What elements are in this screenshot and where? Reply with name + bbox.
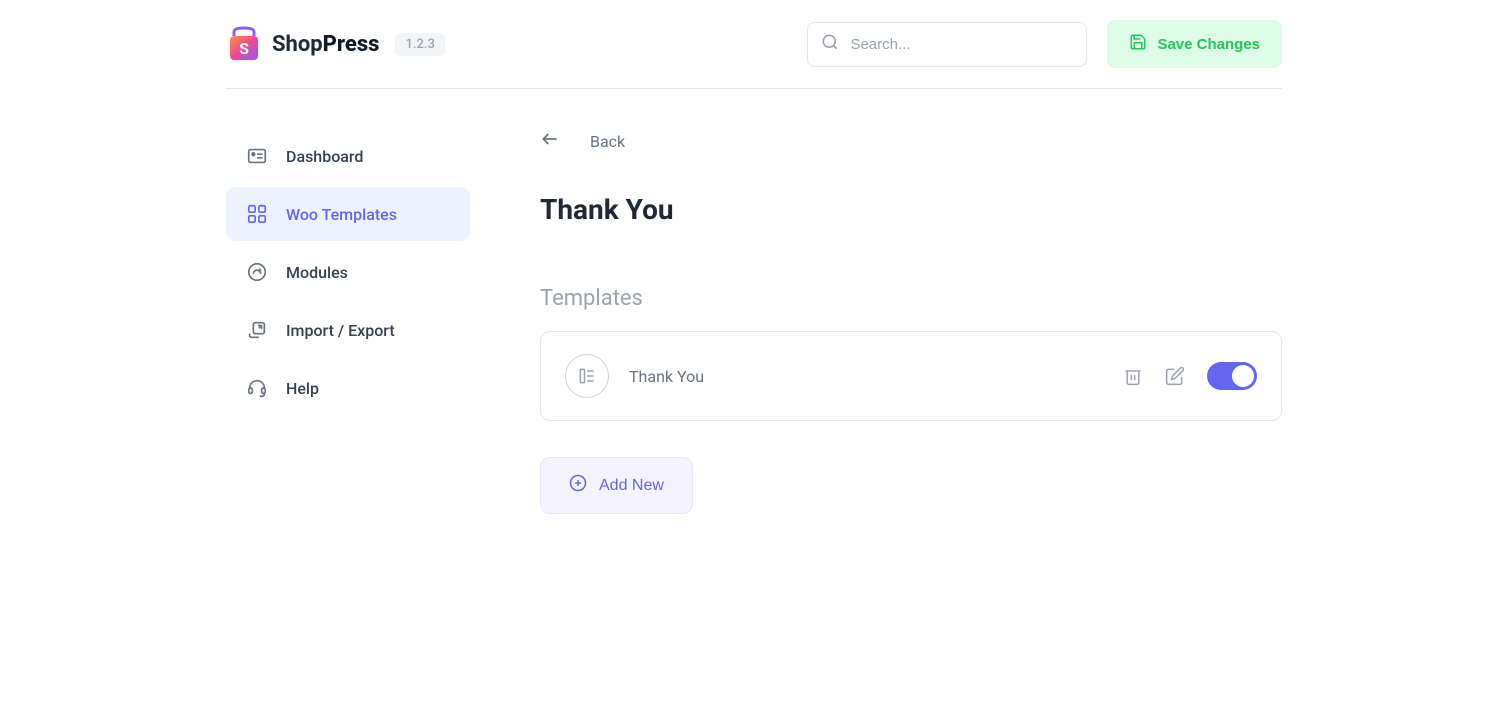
- header: S ShopPress 1.2.3: [226, 0, 1282, 89]
- save-icon: [1129, 33, 1147, 55]
- template-toggle[interactable]: [1207, 362, 1257, 390]
- logo-text: ShopPress: [272, 32, 379, 57]
- sidebar-item-dashboard[interactable]: Dashboard: [226, 129, 470, 183]
- import-export-icon: [246, 319, 268, 341]
- delete-icon[interactable]: [1123, 366, 1143, 386]
- sidebar-item-label: Woo Templates: [286, 205, 397, 224]
- back-label: Back: [590, 132, 625, 151]
- add-new-button[interactable]: Add New: [540, 457, 693, 514]
- header-right: Save Changes: [807, 20, 1282, 68]
- save-changes-button[interactable]: Save Changes: [1107, 20, 1282, 68]
- sidebar-item-modules[interactable]: Modules: [226, 245, 470, 299]
- back-link[interactable]: Back: [540, 129, 1282, 153]
- sidebar-item-help[interactable]: Help: [226, 361, 470, 415]
- modules-icon: [246, 261, 268, 283]
- logo-area: S ShopPress 1.2.3: [226, 26, 445, 62]
- sidebar-item-label: Import / Export: [286, 321, 395, 340]
- help-icon: [246, 377, 268, 399]
- template-info: Thank You: [565, 354, 704, 398]
- page-title: Thank You: [540, 193, 1282, 226]
- sidebar-item-woo-templates[interactable]: Woo Templates: [226, 187, 470, 241]
- search-input[interactable]: [807, 22, 1087, 67]
- content: Back Thank You Templates Thank You: [540, 129, 1282, 514]
- dashboard-icon: [246, 145, 268, 167]
- sidebar: Dashboard Woo Templates: [226, 129, 470, 514]
- template-type-icon: [565, 354, 609, 398]
- version-badge: 1.2.3: [395, 33, 444, 56]
- templates-icon: [246, 203, 268, 225]
- sidebar-item-label: Help: [286, 379, 319, 398]
- logo-icon: S: [226, 26, 262, 62]
- arrow-left-icon: [540, 129, 560, 153]
- svg-text:S: S: [239, 39, 249, 58]
- template-name: Thank You: [629, 367, 704, 386]
- sidebar-item-label: Modules: [286, 263, 348, 282]
- edit-icon[interactable]: [1165, 366, 1185, 386]
- sidebar-item-label: Dashboard: [286, 147, 363, 166]
- template-actions: [1123, 362, 1257, 390]
- template-card: Thank You: [540, 331, 1282, 421]
- logo[interactable]: S ShopPress: [226, 26, 379, 62]
- plus-circle-icon: [569, 474, 587, 497]
- add-new-label: Add New: [599, 477, 664, 495]
- search-icon: [821, 33, 839, 55]
- save-button-label: Save Changes: [1157, 36, 1260, 53]
- sidebar-item-import-export[interactable]: Import / Export: [226, 303, 470, 357]
- search-box: [807, 22, 1087, 67]
- section-title: Templates: [540, 286, 1282, 311]
